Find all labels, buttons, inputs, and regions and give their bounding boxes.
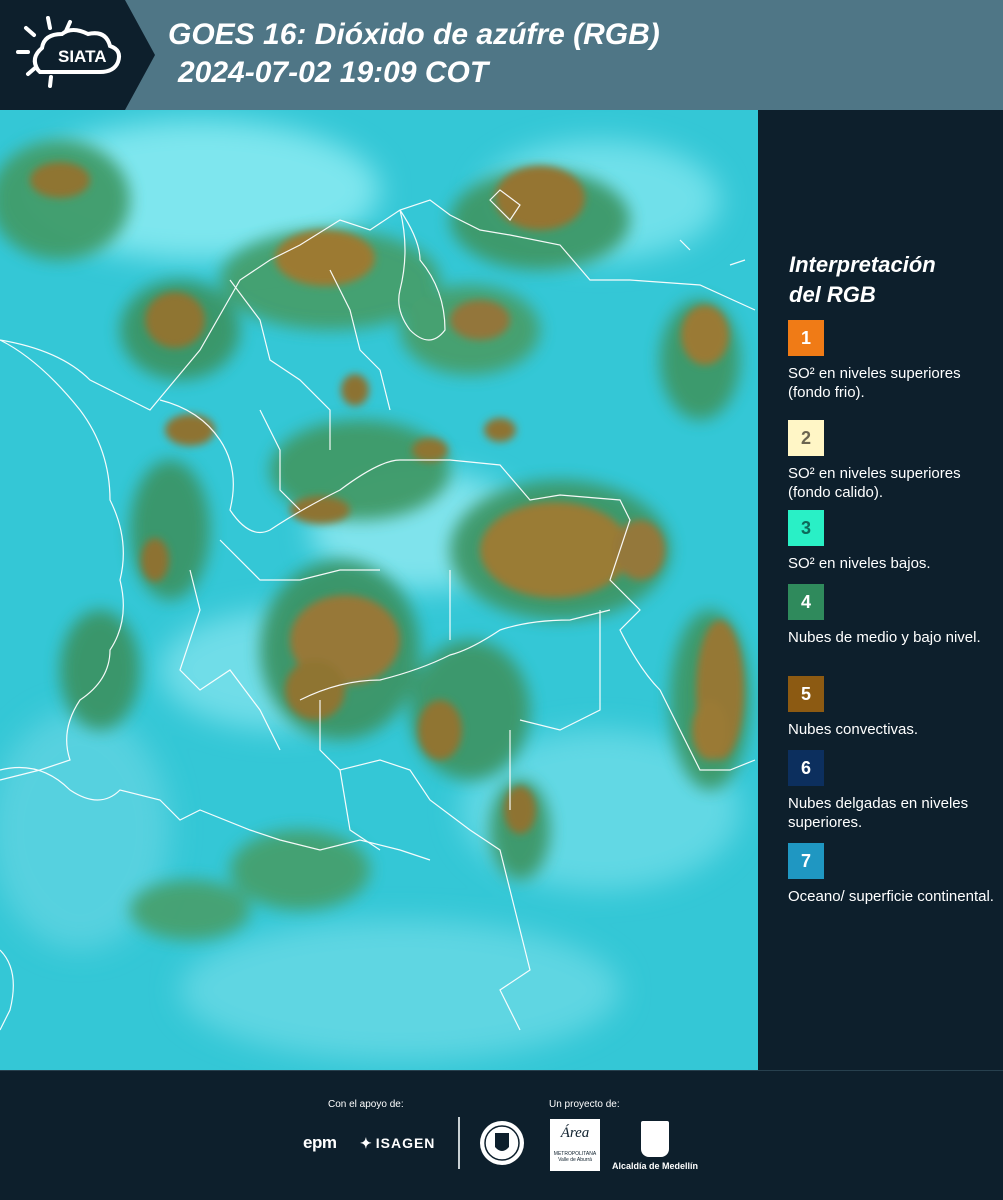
legend-swatch-7: 7 (788, 843, 824, 879)
legend-label-2: SO² en niveles superiores (fondo calido)… (788, 465, 961, 501)
isagen-text: ISAGEN (375, 1135, 436, 1151)
area-logo-text: Área (560, 1125, 590, 1141)
legend-swatch-5: 5 (788, 676, 824, 712)
legend-label-7: Oceano/ superficie continental. (788, 888, 994, 905)
legend-title-line1: Interpretación (789, 252, 936, 277)
project-label: Un proyecto de: (549, 1099, 620, 1110)
siata-logo-text: SIATA (58, 47, 106, 66)
medellin-seal-logo (478, 1119, 526, 1172)
timestamp: 2024-07-02 19:09 COT (178, 56, 489, 89)
legend-item-6: 6 Nubes delgadas en niveles superiores. (788, 750, 998, 832)
alcaldia-label: Alcaldía de Medellín (612, 1161, 699, 1171)
legend-item-2: 2 SO² en niveles superiores (fondo calid… (788, 420, 998, 502)
legend-label-4: Nubes de medio y bajo nivel. (788, 629, 981, 646)
legend-number-1: 1 (800, 327, 811, 348)
legend-swatch-6: 6 (788, 750, 824, 786)
legend-swatch-1: 1 (788, 320, 824, 356)
support-label: Con el apoyo de: (328, 1099, 404, 1110)
legend-swatch-2: 2 (788, 420, 824, 456)
epm-logo: epm (303, 1133, 337, 1152)
isagen-logo: ✦ ISAGEN (360, 1135, 435, 1152)
footer: Con el apoyo de: Un proyecto de: epm ✦ IS… (0, 1070, 1003, 1200)
legend-number-7: 7 (800, 850, 811, 871)
area-logo-subtext: METROPOLITANA Valle de Aburrá (553, 1151, 597, 1163)
legend-item-7: 7 Oceano/ superficie continental. (788, 843, 998, 906)
legend-label-3: SO² en niveles bajos. (788, 555, 931, 572)
legend-number-5: 5 (800, 683, 811, 704)
legend-item-1: 1 SO² en niveles superiores (fondo frio)… (788, 320, 998, 402)
legend-number-4: 4 (800, 591, 811, 612)
legend-panel: Interpretación del RGB 1 SO² en niveles … (760, 110, 1003, 1070)
legend-item-4: 4 Nubes de medio y bajo nivel. (788, 584, 998, 647)
footer-divider (458, 1117, 460, 1169)
legend-label-6: Nubes delgadas en niveles superiores. (788, 795, 969, 831)
satellite-map (0, 110, 758, 1070)
legend-item-3: 3 SO² en niveles bajos. (788, 510, 998, 573)
legend-number-6: 6 (800, 757, 811, 778)
legend-title-line2: del RGB (789, 282, 876, 307)
isagen-icon: ✦ (360, 1135, 373, 1151)
siata-logo: SIATA (0, 0, 155, 110)
legend-title: Interpretación del RGB (789, 250, 999, 310)
alcaldia-shield-icon (641, 1121, 669, 1157)
legend-label-1: SO² en niveles superiores (fondo frio). (788, 365, 961, 401)
legend-label-5: Nubes convectivas. (788, 721, 919, 738)
legend-number-3: 3 (800, 517, 811, 538)
legend-swatch-3: 3 (788, 510, 824, 546)
legend-swatch-4: 4 (788, 584, 824, 620)
legend-item-5: 5 Nubes convectivas. (788, 676, 998, 739)
page-title: GOES 16: Dióxido de azúfre (RGB) (168, 18, 660, 51)
legend-number-2: 2 (800, 427, 811, 448)
header-bar: SIATA GOES 16: Dióxido de azúfre (RGB) 2… (0, 0, 1003, 110)
